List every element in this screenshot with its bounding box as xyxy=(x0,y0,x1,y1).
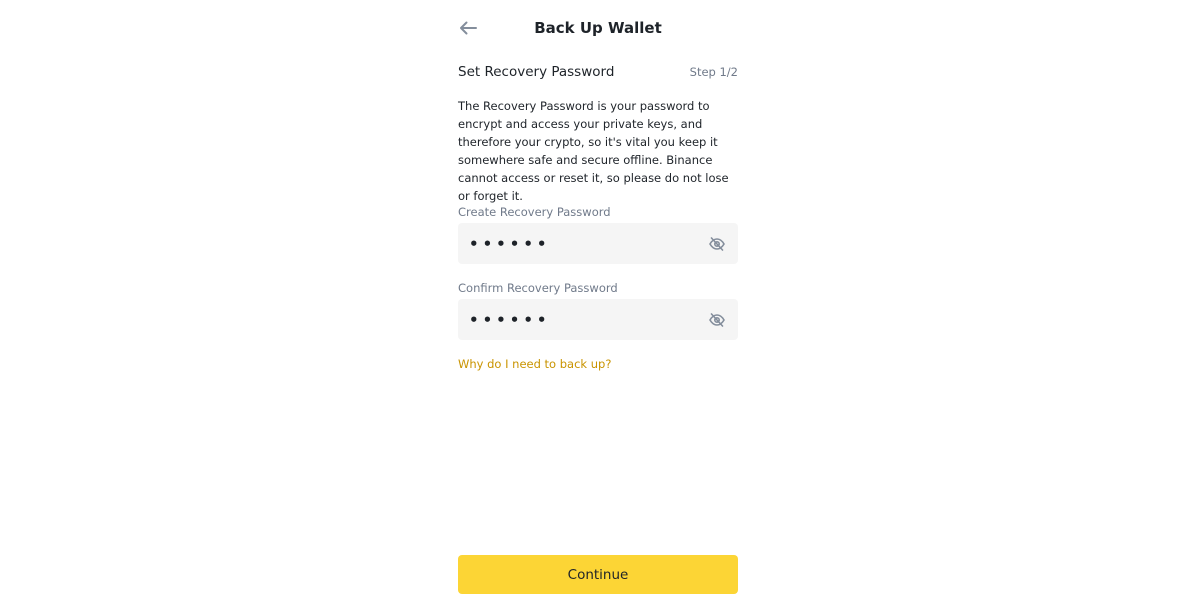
create-password-field[interactable]: •••••• xyxy=(458,223,738,264)
page-title: Back Up Wallet xyxy=(534,19,662,37)
create-password-label: Create Recovery Password xyxy=(458,205,611,219)
confirm-password-label: Confirm Recovery Password xyxy=(458,281,618,295)
confirm-password-value: •••••• xyxy=(469,310,551,329)
create-password-value: •••••• xyxy=(469,234,551,253)
why-backup-link[interactable]: Why do I need to back up? xyxy=(458,356,738,372)
confirm-password-field[interactable]: •••••• xyxy=(458,299,738,340)
confirm-password-visibility-toggle[interactable] xyxy=(708,311,726,329)
description-text: The Recovery Password is your password t… xyxy=(458,99,729,203)
section-title: Set Recovery Password xyxy=(458,64,615,80)
section-header: Set Recovery Password Step 1/2 xyxy=(458,62,738,82)
backup-wallet-screen: Back Up Wallet Set Recovery Password Ste… xyxy=(0,0,1200,600)
continue-button[interactable]: Continue xyxy=(458,555,738,594)
step-indicator: Step 1/2 xyxy=(689,65,738,79)
eye-off-icon xyxy=(709,312,725,327)
create-password-visibility-toggle[interactable] xyxy=(708,235,726,253)
eye-off-icon xyxy=(709,236,725,251)
